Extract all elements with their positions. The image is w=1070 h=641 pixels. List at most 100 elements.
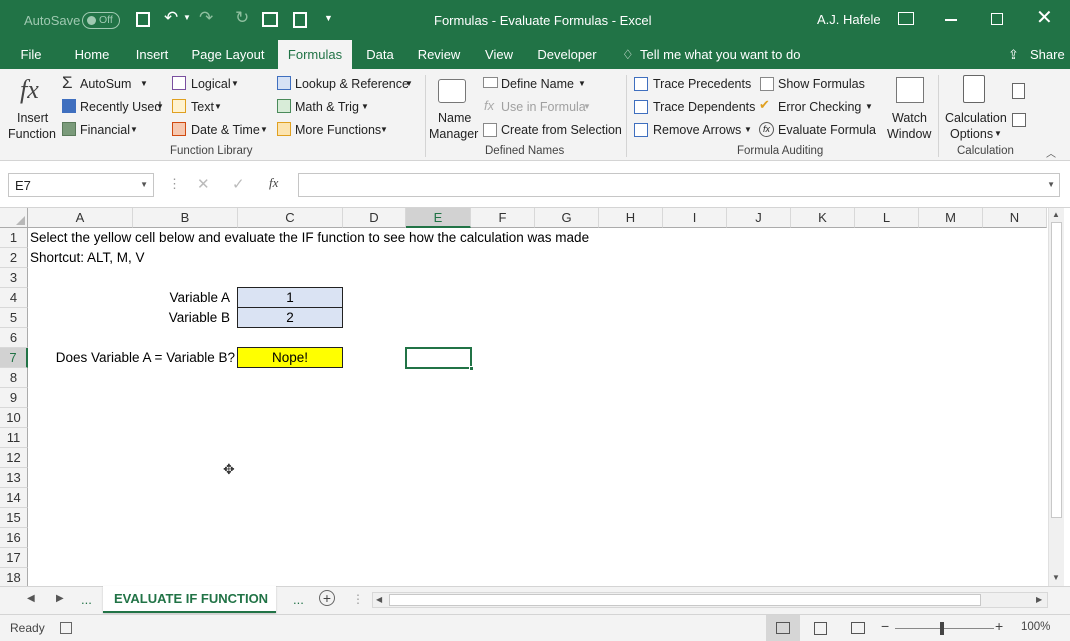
recently-used-button[interactable]: Recently Used	[80, 99, 161, 115]
define-name-button[interactable]: Define Name	[501, 76, 574, 92]
date-time-button[interactable]: Date & Time	[191, 122, 260, 138]
autosum-button[interactable]: AutoSum	[80, 76, 131, 92]
worksheet-grid[interactable]: A B C D E F G H I J K L M N 1 2 3 4 5 6 …	[0, 208, 1070, 588]
logical-dropdown-icon[interactable]: ▼	[231, 79, 239, 88]
row-header-8[interactable]: 8	[0, 368, 28, 388]
row-header-13[interactable]: 13	[0, 468, 28, 488]
select-all-corner[interactable]	[0, 208, 28, 228]
tab-insert[interactable]: Insert	[128, 40, 176, 69]
maximize-icon[interactable]	[991, 13, 1003, 25]
page-layout-view-icon[interactable]	[814, 622, 827, 635]
zoom-in-icon[interactable]: +	[995, 618, 1003, 634]
row-header-3[interactable]: 3	[0, 268, 28, 288]
trace-dependents-button[interactable]: Trace Dependents	[653, 99, 755, 115]
logical-button[interactable]: Logical	[191, 76, 231, 92]
calculate-sheet-icon[interactable]	[1012, 113, 1026, 127]
tab-developer[interactable]: Developer	[530, 40, 604, 69]
drag-handle-icon[interactable]: ⋮	[168, 176, 181, 192]
watch-window-label-2[interactable]: Window	[887, 126, 931, 142]
macro-record-icon[interactable]	[60, 622, 72, 634]
cell-c4[interactable]: 1	[237, 287, 343, 308]
cell-c7-yellow[interactable]: Nope!	[237, 347, 343, 368]
row-header-12[interactable]: 12	[0, 448, 28, 468]
page-break-preview-icon[interactable]	[851, 622, 865, 634]
date-time-dropdown-icon[interactable]: ▼	[260, 125, 268, 134]
form-icon[interactable]	[262, 12, 278, 27]
error-checking-dropdown-icon[interactable]: ▼	[865, 102, 873, 111]
horizontal-scroll-thumb[interactable]	[389, 594, 981, 606]
horizontal-scrollbar[interactable]: ◀ ▶	[372, 592, 1048, 608]
insert-function-label-2[interactable]: Function	[8, 126, 56, 142]
active-cell-e7[interactable]	[405, 347, 474, 371]
tab-review[interactable]: Review	[410, 40, 468, 69]
error-checking-button[interactable]: Error Checking	[778, 99, 861, 115]
tab-home[interactable]: Home	[66, 40, 118, 69]
tell-me-search[interactable]: Tell me what you want to do	[640, 47, 800, 62]
row-header-2[interactable]: 2	[0, 248, 28, 268]
remove-arrows-button[interactable]: Remove Arrows	[653, 122, 741, 138]
insert-function-label-1[interactable]: Insert	[17, 110, 48, 126]
scroll-left-icon[interactable]: ◀	[376, 595, 382, 604]
cell-c5[interactable]: 2	[237, 307, 343, 328]
scroll-up-icon[interactable]: ▲	[1052, 210, 1060, 219]
new-sheet-icon[interactable]: +	[319, 590, 335, 606]
row-header-17[interactable]: 17	[0, 548, 28, 568]
autosave-toggle[interactable]: Off	[82, 12, 120, 29]
insert-function-fx-icon[interactable]: fx	[269, 175, 278, 191]
vertical-scrollbar[interactable]: ▲ ▼	[1048, 208, 1064, 586]
name-box[interactable]: E7 ▼	[8, 173, 154, 197]
math-trig-dropdown-icon[interactable]: ▼	[361, 102, 369, 111]
more-functions-dropdown-icon[interactable]: ▼	[380, 125, 388, 134]
remove-arrows-dropdown-icon[interactable]: ▼	[744, 125, 752, 134]
column-header-d[interactable]: D	[343, 208, 406, 228]
cell-b4[interactable]: Variable A	[133, 288, 237, 308]
user-name[interactable]: A.J. Hafele	[817, 12, 881, 27]
print-preview-icon[interactable]	[293, 12, 307, 28]
column-header-b[interactable]: B	[133, 208, 238, 228]
name-manager-icon[interactable]	[438, 79, 466, 103]
row-header-9[interactable]: 9	[0, 388, 28, 408]
financial-button[interactable]: Financial	[80, 122, 130, 138]
name-manager-label-2[interactable]: Manager	[429, 126, 478, 142]
sheet-scroll-left-icon[interactable]: ◀	[27, 593, 35, 604]
show-formulas-button[interactable]: Show Formulas	[778, 76, 865, 92]
calculation-options-label-1[interactable]: Calculation	[945, 110, 1007, 126]
tab-page-layout[interactable]: Page Layout	[186, 40, 270, 69]
column-header-a[interactable]: A	[28, 208, 133, 228]
autosum-dropdown-icon[interactable]: ▼	[140, 79, 148, 88]
row-header-18[interactable]: 18	[0, 568, 28, 588]
row-header-4[interactable]: 4	[0, 288, 28, 308]
sheet-tab-active[interactable]: EVALUATE IF FUNCTION	[103, 586, 276, 613]
cell-b5[interactable]: Variable B	[133, 308, 237, 328]
row-header-7[interactable]: 7	[0, 348, 28, 368]
row-header-1[interactable]: 1	[0, 228, 28, 248]
share-icon[interactable]: ⇪	[1008, 47, 1019, 63]
column-header-c[interactable]: C	[238, 208, 343, 228]
calculate-now-icon[interactable]	[1012, 83, 1025, 99]
column-header-k[interactable]: K	[791, 208, 855, 228]
calculation-options-icon[interactable]	[963, 75, 985, 103]
create-from-selection-button[interactable]: Create from Selection	[501, 122, 622, 138]
column-header-f[interactable]: F	[471, 208, 535, 228]
row-header-14[interactable]: 14	[0, 488, 28, 508]
text-dropdown-icon[interactable]: ▼	[214, 102, 222, 111]
column-header-e[interactable]: E	[406, 208, 471, 228]
normal-view-button[interactable]	[766, 615, 800, 641]
vertical-scroll-thumb[interactable]	[1051, 222, 1062, 518]
tab-view[interactable]: View	[477, 40, 521, 69]
close-icon[interactable]: ✕	[1036, 6, 1053, 30]
save-icon[interactable]	[136, 12, 150, 27]
row-header-10[interactable]: 10	[0, 408, 28, 428]
recently-used-dropdown-icon[interactable]: ▼	[156, 102, 164, 111]
customize-toolbar-icon[interactable]: ▼	[324, 13, 333, 23]
cell-a2[interactable]: Shortcut: ALT, M, V	[30, 248, 145, 268]
tab-split-handle-icon[interactable]: ⋮	[352, 592, 364, 606]
column-header-l[interactable]: L	[855, 208, 919, 228]
ribbon-display-options-icon[interactable]	[898, 12, 914, 25]
share-button[interactable]: Share	[1030, 47, 1065, 62]
name-manager-label-1[interactable]: Name	[438, 110, 471, 126]
zoom-out-icon[interactable]: −	[881, 618, 889, 634]
sheet-tabs-more-left[interactable]: ...	[81, 592, 92, 607]
row-header-16[interactable]: 16	[0, 528, 28, 548]
row-header-11[interactable]: 11	[0, 428, 28, 448]
